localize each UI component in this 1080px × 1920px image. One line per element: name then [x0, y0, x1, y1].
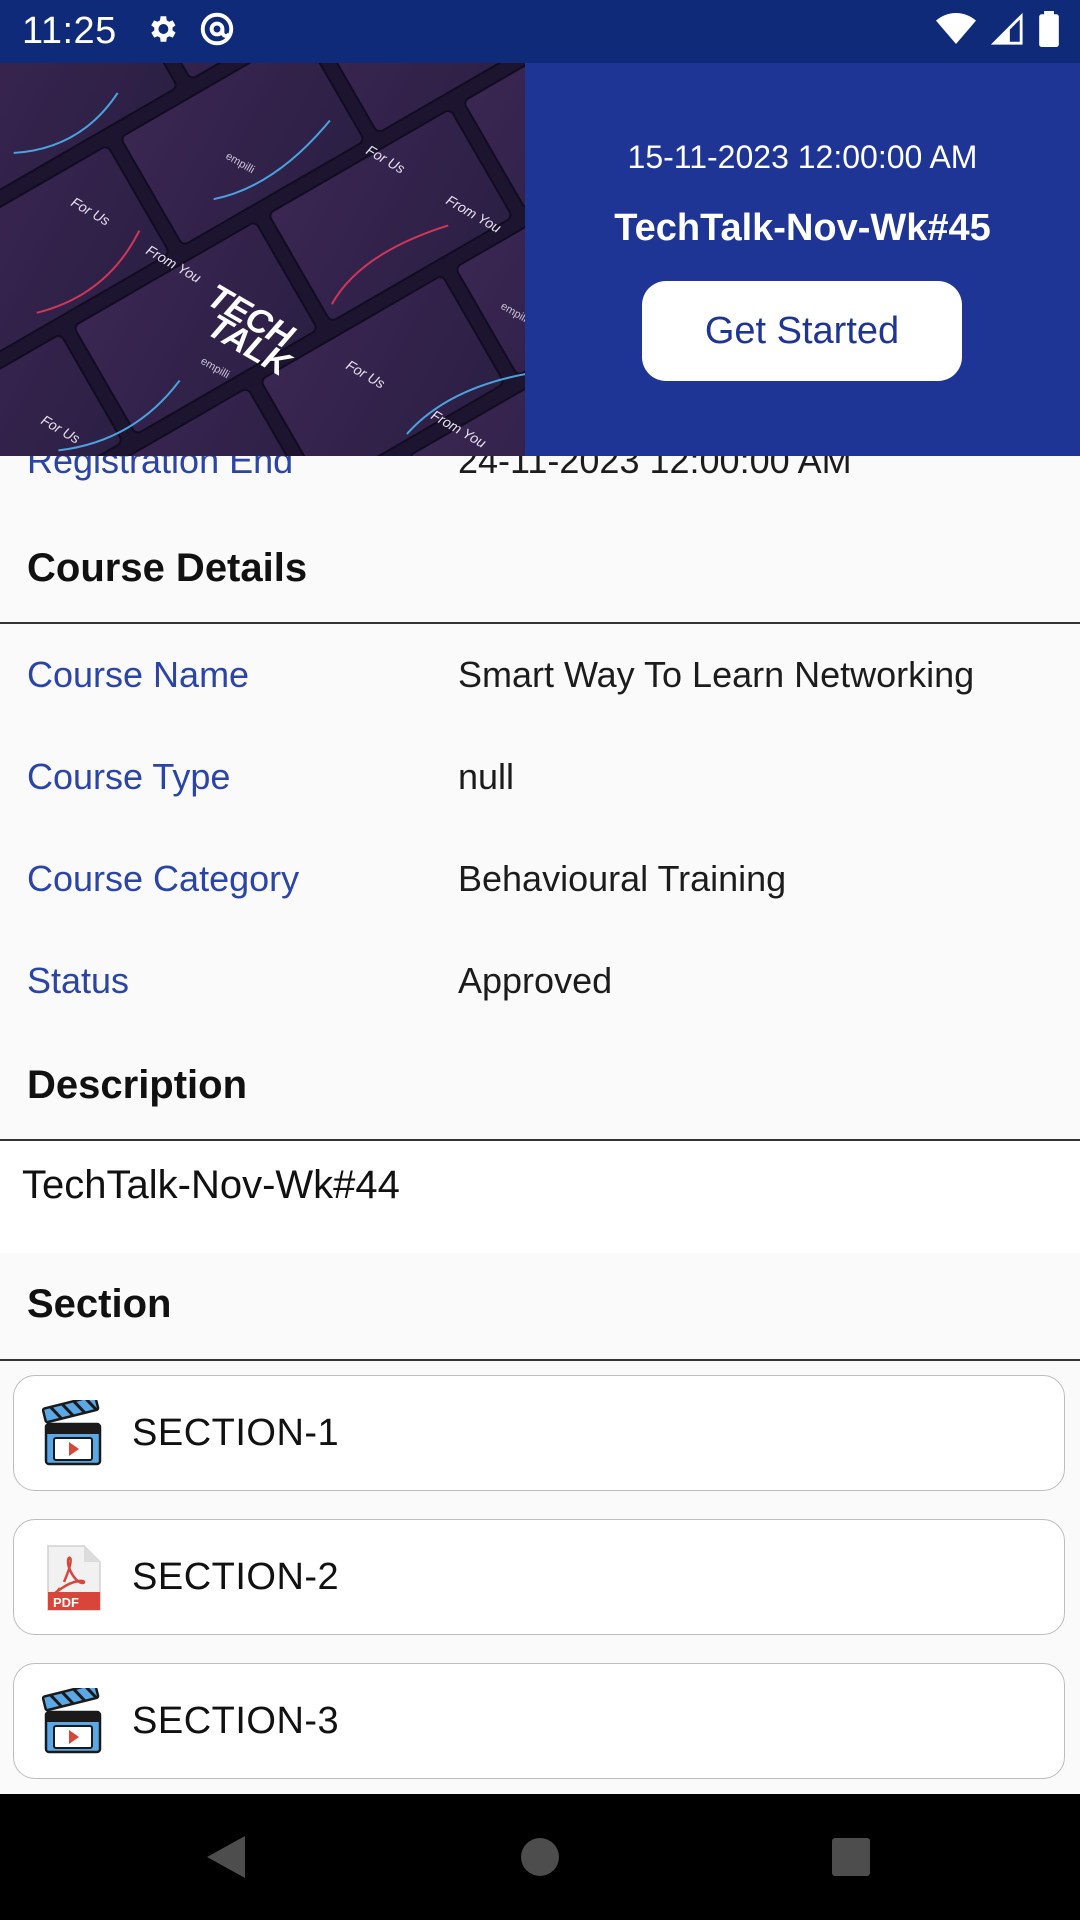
divider: [0, 622, 1080, 624]
divider: [0, 1359, 1080, 1361]
course-category-value: Behavioural Training: [458, 858, 787, 899]
course-type-label: Course Type: [27, 756, 231, 797]
course-header: TECH TALK For Us From You For Us From Yo…: [0, 63, 1080, 456]
back-icon[interactable]: [205, 1834, 247, 1885]
section-item-1[interactable]: SECTION-1: [13, 1375, 1065, 1491]
status-bar: 11:25: [0, 0, 1080, 63]
get-started-button[interactable]: Get Started: [642, 281, 962, 381]
section-item-3[interactable]: SECTION-3: [13, 1663, 1065, 1779]
status-row: Status Approved: [0, 960, 1080, 1020]
wifi-icon: [936, 12, 976, 51]
course-detail-content[interactable]: Registration End 24-11-2023 12:00:00 AM …: [0, 456, 1080, 1794]
status-label: Status: [27, 960, 130, 1001]
course-name-value: Smart Way To Learn Networking: [458, 654, 975, 695]
registration-end-value: 24-11-2023 12:00:00 AM: [458, 456, 852, 481]
course-date: 15-11-2023 12:00:00 AM: [627, 139, 978, 175]
description-text: TechTalk-Nov-Wk#44: [22, 1163, 400, 1207]
course-name-label: Course Name: [27, 654, 250, 695]
course-category-label: Course Category: [27, 858, 300, 899]
section-item-label: SECTION-3: [132, 1700, 340, 1742]
course-banner-image: TECH TALK For Us From You For Us From Yo…: [0, 63, 525, 456]
video-clapperboard-icon: [41, 1395, 104, 1468]
registration-end-row: Registration End 24-11-2023 12:00:00 AM: [0, 456, 1080, 500]
at-sign-icon: [199, 11, 235, 52]
battery-icon: [1038, 11, 1060, 52]
course-type-row: Course Type null: [0, 756, 1080, 816]
course-name-row: Course Name Smart Way To Learn Networkin…: [0, 654, 1080, 714]
pdf-file-icon: PDF: [42, 1544, 104, 1612]
status-value: Approved: [458, 960, 613, 1001]
course-title: TechTalk-Nov-Wk#45: [614, 207, 991, 249]
signal-icon: [990, 12, 1024, 51]
registration-end-label: Registration End: [27, 456, 294, 481]
section-item-label: SECTION-2: [132, 1556, 340, 1598]
video-clapperboard-icon: [41, 1683, 104, 1756]
status-time: 11:25: [22, 10, 117, 52]
system-nav-bar: [0, 1794, 1080, 1920]
section-item-label: SECTION-1: [132, 1412, 340, 1454]
course-type-value: null: [458, 756, 515, 797]
recents-icon[interactable]: [830, 1836, 872, 1883]
section-item-2[interactable]: PDF SECTION-2: [13, 1519, 1065, 1635]
description-box: TechTalk-Nov-Wk#44: [0, 1141, 1080, 1253]
gear-icon: [145, 12, 179, 51]
header-info: 15-11-2023 12:00:00 AM TechTalk-Nov-Wk#4…: [525, 63, 1080, 456]
home-icon[interactable]: [519, 1836, 561, 1883]
course-category-row: Course Category Behavioural Training: [0, 858, 1080, 918]
